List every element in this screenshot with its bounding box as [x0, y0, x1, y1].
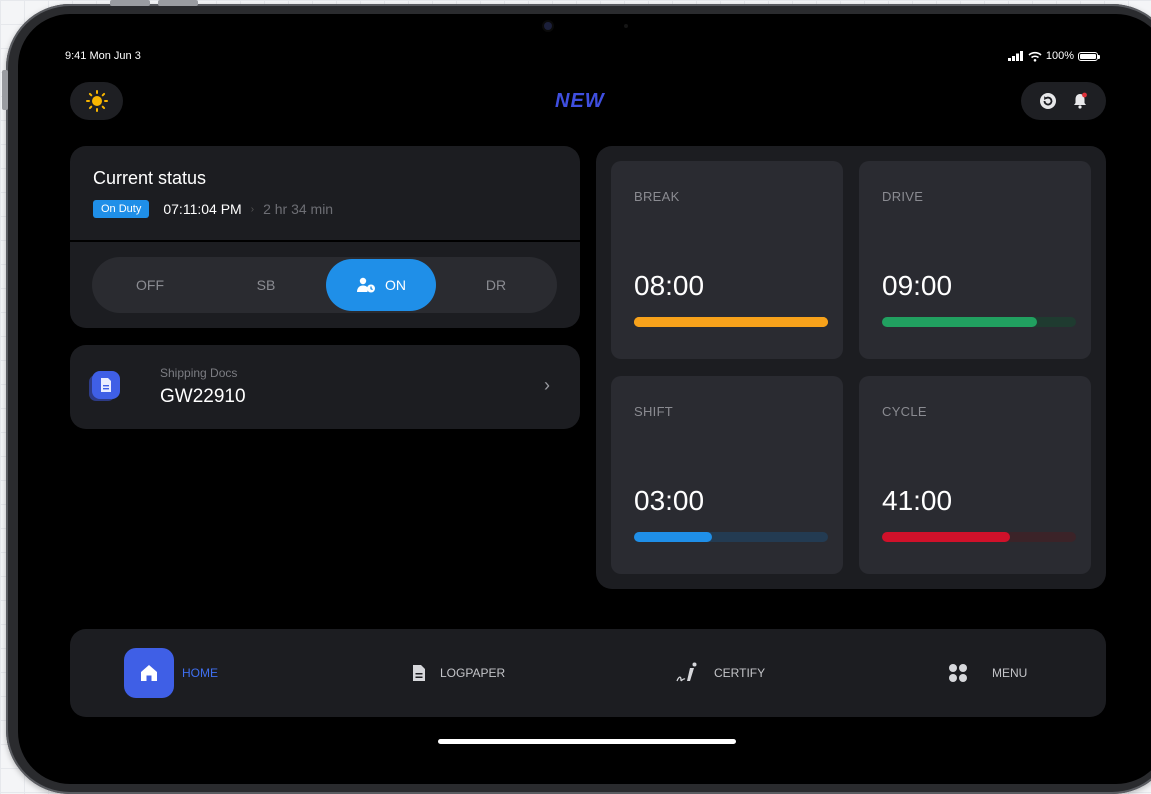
timer-progress-bar — [882, 317, 1076, 327]
timer-cycle: CYCLE 41:00 — [859, 376, 1091, 574]
timer-label: CYCLE — [882, 404, 927, 419]
bottom-nav: HOME LOGPAPER CERTIFY MENU — [70, 629, 1106, 717]
nav-item-certify[interactable]: CERTIFY — [676, 629, 765, 717]
shipping-docs-card[interactable]: Shipping Docs GW22910 › — [70, 345, 580, 429]
nav-item-home[interactable]: HOME — [124, 629, 218, 717]
notifications-button[interactable] — [1071, 92, 1089, 110]
status-time: 9:41 Mon Jun 3 — [65, 50, 141, 62]
device-button-side — [2, 70, 8, 110]
shipping-docs-label: Shipping Docs — [160, 366, 238, 380]
duty-status-card: OFF SB ON DR — [70, 242, 580, 328]
status-bar: 9:41 Mon Jun 3 100% — [65, 50, 1100, 66]
home-icon — [124, 648, 174, 698]
duty-option-dr[interactable]: DR — [438, 257, 554, 313]
document-icon — [92, 371, 120, 399]
nav-label-home: HOME — [182, 666, 218, 680]
sun-icon — [85, 90, 108, 112]
timer-label: SHIFT — [634, 404, 674, 419]
device-screen: 9:41 Mon Jun 3 100% NEW Current status O… — [18, 14, 1151, 784]
sync-icon — [1039, 93, 1056, 109]
document-icon — [412, 664, 426, 682]
nav-item-menu[interactable]: MENU — [948, 629, 1027, 717]
nav-label-logpaper: LOGPAPER — [440, 666, 506, 680]
duty-option-sb[interactable]: SB — [208, 257, 324, 313]
front-camera — [544, 22, 552, 30]
timer-drive: DRIVE 09:00 — [859, 161, 1091, 359]
signature-icon — [676, 662, 700, 684]
timer-shift: SHIFT 03:00 — [611, 376, 843, 574]
timer-value: 09:00 — [882, 270, 953, 301]
timer-progress-bar — [634, 532, 828, 542]
nav-item-logpaper[interactable]: LOGPAPER — [412, 629, 505, 717]
nav-label-certify: CERTIFY — [714, 666, 766, 680]
status-time-value: 07:11:04 PM — [163, 201, 242, 217]
app-logo: NEW — [555, 90, 605, 112]
current-status-title: Current status — [93, 168, 207, 188]
home-indicator — [438, 739, 736, 744]
timer-value: 41:00 — [882, 485, 953, 516]
status-duration: 2 hr 34 min — [263, 201, 334, 217]
cellular-signal-icon — [1007, 51, 1023, 61]
battery-percent: 100% — [1045, 50, 1074, 62]
timer-value: 08:00 — [634, 270, 705, 301]
person-clock-icon — [357, 277, 375, 293]
sensor — [624, 24, 628, 28]
timers-panel: BREAK 08:00 DRIVE 09:00 SHIFT 03:00 CYCL… — [596, 146, 1106, 589]
device-button-top — [110, 0, 150, 6]
header-actions — [1021, 82, 1106, 120]
grid-icon — [948, 663, 968, 683]
device-button-top — [158, 0, 198, 6]
battery-icon — [1078, 51, 1100, 61]
duty-option-on[interactable]: ON — [326, 259, 436, 311]
status-badge: On Duty — [93, 200, 150, 218]
duty-option-off[interactable]: OFF — [92, 257, 208, 313]
theme-toggle-button[interactable] — [70, 82, 123, 120]
sync-button[interactable] — [1039, 92, 1057, 110]
duty-status-toggle: OFF SB ON DR — [92, 257, 557, 313]
timer-label: BREAK — [634, 189, 680, 204]
nav-label-menu: MENU — [992, 666, 1028, 680]
timer-label: DRIVE — [882, 189, 924, 204]
timer-progress-bar — [882, 532, 1076, 542]
bell-icon — [1073, 92, 1087, 109]
wifi-icon — [1028, 51, 1042, 62]
current-status-card: Current status On Duty 07:11:04 PM › 2 h… — [70, 146, 580, 240]
timer-break: BREAK 08:00 — [611, 161, 843, 359]
timer-value: 03:00 — [634, 485, 705, 516]
status-separator: › — [250, 203, 255, 215]
chevron-right-icon: › — [544, 375, 550, 395]
timer-progress-bar — [634, 317, 828, 327]
shipping-docs-value: GW22910 — [160, 386, 246, 407]
